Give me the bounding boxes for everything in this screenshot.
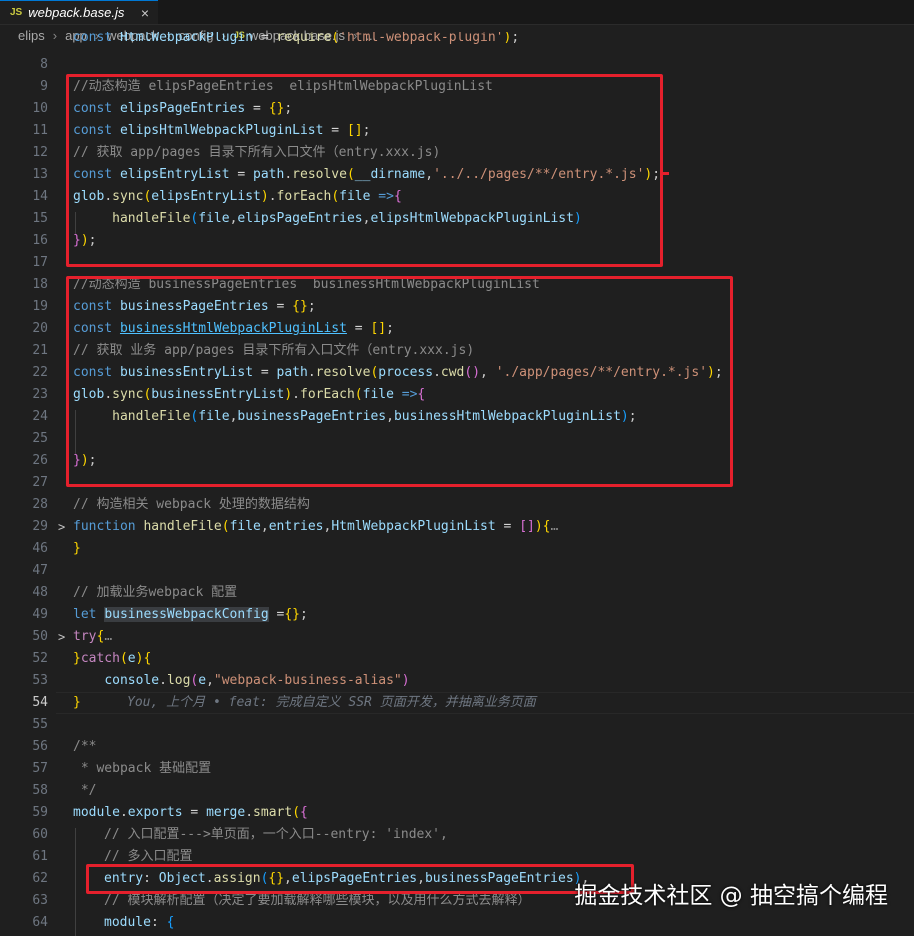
line-number: 56	[32, 739, 48, 754]
tab-webpack-base-js[interactable]: JS webpack.base.js ×	[0, 0, 158, 24]
code-line-current: 54} You, 上个月 • feat: 完成自定义 SSR 页面开发，并抽离业务…	[0, 692, 914, 714]
line-number: 15	[32, 211, 48, 226]
code-line: 48 // 加载业务webpack 配置	[0, 582, 914, 604]
line-number: 59	[32, 805, 48, 820]
line-number: 57	[32, 761, 48, 776]
code-line: 60 // 入口配置--->单页面，一个入口--entry: 'index',	[0, 824, 914, 846]
code-text: console.log(e,"webpack-business-alias")	[104, 673, 410, 688]
line-number: 29	[32, 519, 48, 534]
code-line: 29 > function handleFile(file,entries,Html…	[0, 516, 914, 538]
code-line: 59 module.exports = merge.smart({	[0, 802, 914, 824]
line-number: 12	[32, 145, 48, 160]
line-number: 13	[32, 167, 48, 182]
line-number: 46	[32, 541, 48, 556]
line-number: 52	[32, 651, 48, 666]
code-line: 53 console.log(e,"webpack-business-alias…	[0, 670, 914, 692]
code-text: }	[73, 541, 81, 556]
line-number: 27	[32, 475, 48, 490]
line-number: 18	[32, 277, 48, 292]
code-line: 52 }catch(e){	[0, 648, 914, 670]
code-line: 58 */	[0, 780, 914, 802]
line-number: 63	[32, 893, 48, 908]
code-text: try{…	[73, 629, 113, 644]
highlight-box-business	[66, 276, 733, 487]
line-number: 48	[32, 585, 48, 600]
code-line: 49 let businessWebpackConfig ={};	[0, 604, 914, 626]
line-number: 24	[32, 409, 48, 424]
line-number: 26	[32, 453, 48, 468]
line-number: 28	[32, 497, 48, 512]
line-number: 23	[32, 387, 48, 402]
code-comment: * webpack 基础配置	[73, 761, 212, 776]
code-text: let businessWebpackConfig ={};	[73, 607, 308, 622]
line-number: 64	[32, 915, 48, 930]
js-file-icon: JS	[10, 7, 23, 18]
code-line: 47	[0, 560, 914, 582]
code-line: 55	[0, 714, 914, 736]
chevron-right-icon[interactable]: >	[58, 626, 65, 648]
line-number: 19	[32, 299, 48, 314]
git-blame-annotation: You, 上个月 • feat: 完成自定义 SSR 页面开发，并抽离业务页面	[127, 695, 536, 710]
code-line: 46}	[0, 538, 914, 560]
code-text: const HtmlWebpackPlugin = require('html-…	[73, 32, 520, 45]
line-number: 21	[32, 343, 48, 358]
line-number: 16	[32, 233, 48, 248]
highlight-box-elips	[66, 74, 663, 267]
line-number: 60	[32, 827, 48, 842]
line-number: 20	[32, 321, 48, 336]
line-number: 62	[32, 871, 48, 886]
line-number: 25	[32, 431, 48, 446]
code-text: module.exports = merge.smart({	[73, 805, 308, 820]
line-number: 9	[40, 79, 48, 94]
line-number: 50	[32, 629, 48, 644]
code-line: 56 /**	[0, 736, 914, 758]
line-number: 22	[32, 365, 48, 380]
tab-bar: JS webpack.base.js ×	[0, 0, 914, 25]
line-number: 55	[32, 717, 48, 732]
code-comment: /**	[73, 739, 97, 754]
highlight-box-entry	[86, 864, 634, 894]
line-number: 8	[40, 57, 48, 72]
line-number: 54	[32, 695, 48, 710]
code-comment: // 构造相关 webpack 处理的数据结构	[73, 497, 310, 512]
line-number: 47	[32, 563, 48, 578]
line-number: 49	[32, 607, 48, 622]
code-text: module: {	[104, 915, 175, 930]
line-number: 58	[32, 783, 48, 798]
code-comment: */	[73, 783, 97, 798]
code-line: 64 module: {	[0, 912, 914, 934]
line-number: 14	[32, 189, 48, 204]
code-line: 57 * webpack 基础配置	[0, 758, 914, 780]
line-number: 53	[32, 673, 48, 688]
close-icon[interactable]: ×	[141, 5, 149, 21]
watermark: 掘金技术社区 @ 抽空搞个编程	[574, 883, 888, 909]
red-marker	[662, 172, 669, 175]
chevron-right-icon[interactable]: >	[58, 516, 65, 538]
code-text: }	[73, 695, 81, 710]
code-comment: // 入口配置--->单页面，一个入口--entry: 'index',	[104, 827, 448, 842]
code-comment: // 加载业务webpack 配置	[73, 585, 238, 600]
code-line: 8	[0, 54, 914, 76]
line-number: 61	[32, 849, 48, 864]
line-number: 11	[32, 123, 48, 138]
code-line: 50 > try{…	[0, 626, 914, 648]
code-text: }catch(e){	[73, 651, 152, 666]
code-line: 28 // 构造相关 webpack 处理的数据结构	[0, 494, 914, 516]
tab-label: webpack.base.js	[28, 5, 125, 20]
line-number: 10	[32, 101, 48, 116]
line-number: 17	[32, 255, 48, 270]
code-text: function handleFile(file,entries,HtmlWeb…	[73, 519, 559, 534]
